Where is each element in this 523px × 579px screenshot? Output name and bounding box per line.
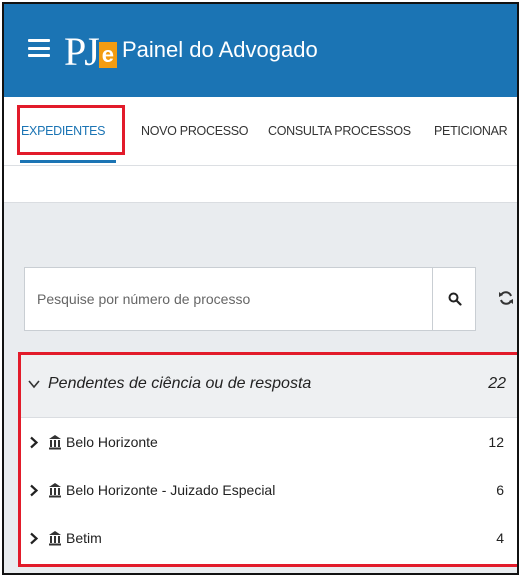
page-title: Painel do Advogado bbox=[122, 37, 318, 62]
pending-panel-count: 22 bbox=[488, 375, 506, 392]
refresh-button[interactable] bbox=[494, 286, 517, 310]
refresh-icon bbox=[499, 291, 513, 305]
bank-icon bbox=[49, 483, 61, 498]
chevron-right-icon bbox=[30, 436, 39, 449]
list-item-label: Belo Horizonte - Juizado Especial bbox=[66, 482, 276, 498]
chevron-right-icon bbox=[30, 484, 39, 497]
pending-panel-header[interactable]: Pendentes de ciência ou de resposta 22 bbox=[21, 355, 517, 418]
pje-logo[interactable]: PJ e bbox=[64, 26, 117, 72]
pending-panel: Pendentes de ciência ou de resposta 22 B… bbox=[18, 352, 517, 567]
tab-peticionar[interactable]: PETICIONAR bbox=[434, 97, 508, 165]
list-item-count: 6 bbox=[496, 482, 504, 498]
active-tab-indicator bbox=[20, 160, 116, 163]
bank-icon bbox=[49, 435, 61, 450]
list-item-belo-horizonte-juizado-especial[interactable]: Belo Horizonte - Juizado Especial 6 bbox=[21, 467, 517, 515]
list-item-label: Belo Horizonte bbox=[66, 434, 158, 450]
hamburger-menu-icon[interactable] bbox=[28, 39, 50, 57]
app-window: PJ e Painel do Advogado EXPEDIENTES NOVO … bbox=[2, 2, 519, 575]
list-item-belo-horizonte[interactable]: Belo Horizonte 12 bbox=[21, 419, 517, 467]
tab-novo-processo[interactable]: NOVO PROCESSO bbox=[141, 97, 249, 165]
search-icon bbox=[448, 292, 462, 306]
top-header: PJ e Painel do Advogado bbox=[4, 4, 517, 97]
search-button[interactable] bbox=[432, 268, 476, 330]
list-item-count: 12 bbox=[488, 434, 504, 450]
list-item-label: Betim bbox=[66, 530, 102, 546]
tab-bar: EXPEDIENTES NOVO PROCESSO CONSULTA PROCE… bbox=[4, 97, 517, 166]
chevron-down-icon bbox=[28, 380, 40, 389]
search-input[interactable] bbox=[25, 268, 430, 330]
bank-icon bbox=[49, 531, 61, 546]
list-item-count: 4 bbox=[496, 530, 504, 546]
tab-expedientes[interactable]: EXPEDIENTES bbox=[21, 97, 106, 165]
list-item-betim[interactable]: Betim 4 bbox=[21, 515, 517, 563]
tab-consulta-processos[interactable]: CONSULTA PROCESSOS bbox=[268, 97, 411, 165]
search-box bbox=[24, 267, 476, 331]
chevron-right-icon bbox=[30, 532, 39, 545]
sub-toolbar bbox=[4, 166, 517, 203]
pending-panel-title: Pendentes de ciência ou de resposta bbox=[48, 375, 312, 392]
